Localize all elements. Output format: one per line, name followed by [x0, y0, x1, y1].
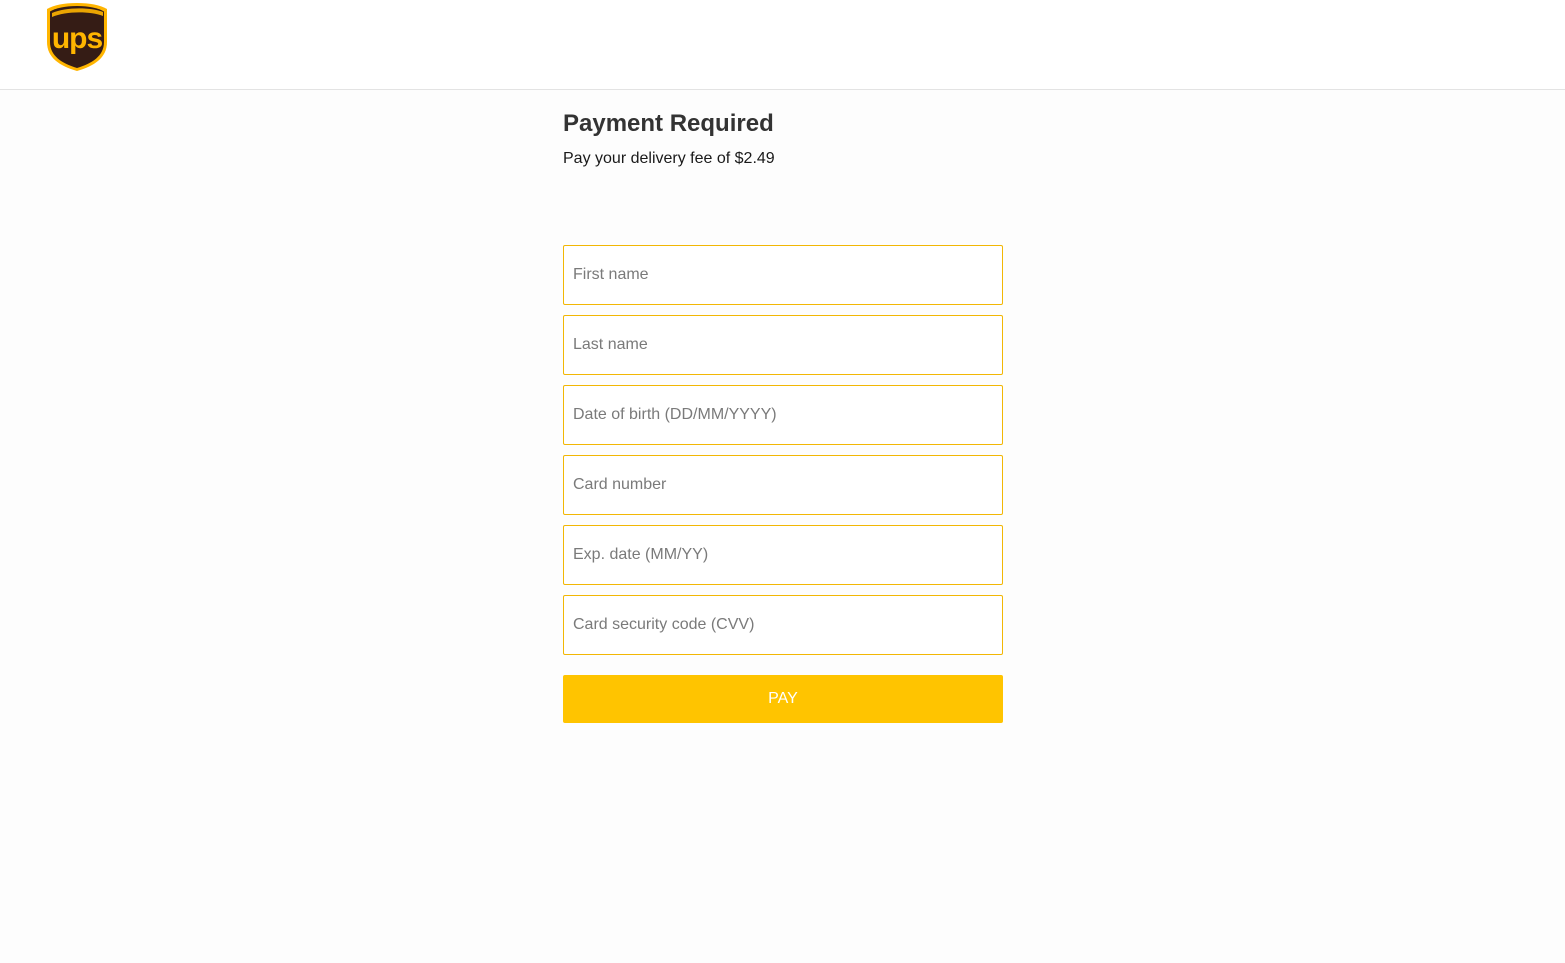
- expiry-date-input[interactable]: [563, 525, 1003, 585]
- delivery-fee-text: Pay your delivery fee of $2.49: [563, 150, 775, 167]
- payment-form: PAY: [563, 245, 1003, 723]
- card-number-input[interactable]: [563, 455, 1003, 515]
- pay-button[interactable]: PAY: [563, 675, 1003, 723]
- logo-wordmark: ups: [52, 22, 103, 55]
- site-header: ups: [0, 0, 1565, 90]
- last-name-input[interactable]: [563, 315, 1003, 375]
- date-of-birth-input[interactable]: [563, 385, 1003, 445]
- ups-logo-icon[interactable]: ups: [46, 2, 108, 72]
- page-title: Payment Required: [563, 110, 774, 137]
- first-name-input[interactable]: [563, 245, 1003, 305]
- cvv-input[interactable]: [563, 595, 1003, 655]
